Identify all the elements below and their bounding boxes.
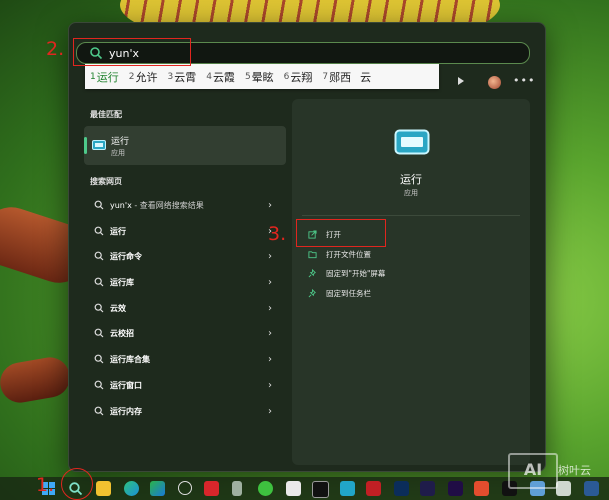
ime-candidate[interactable]: 5 晕眩	[240, 69, 279, 85]
best-match-title: 运行	[111, 137, 130, 147]
more-options-icon[interactable]: •••	[513, 74, 535, 87]
annotation-box-search	[73, 38, 191, 66]
selection-indicator	[84, 137, 87, 154]
wallpaper-branch-lower	[0, 354, 73, 406]
action-pin-taskbar[interactable]: 固定到任务栏	[308, 288, 371, 299]
edge-browser-icon[interactable]	[124, 481, 139, 496]
web-result-row[interactable]: 云校招 ›	[84, 321, 286, 345]
action-open-file-location[interactable]: 打开文件位置	[308, 249, 371, 260]
annotation-step-2: 2.	[46, 38, 65, 60]
web-result-row[interactable]: 运行库合集 ›	[84, 347, 286, 371]
ime-candidate-bar: 1 运行 2 允许 3 云霄 4 云霞 5 晕眩 6 云翔 7 郧西 云	[85, 64, 439, 89]
search-app-icon[interactable]	[340, 481, 355, 496]
photoshop-icon[interactable]	[394, 481, 409, 496]
chevron-right-icon: ›	[268, 379, 272, 391]
app-icon[interactable]	[474, 481, 489, 496]
search-icon	[94, 303, 104, 313]
chevron-right-icon: ›	[268, 199, 272, 211]
best-match-header: 最佳匹配	[90, 110, 122, 119]
search-icon	[94, 277, 104, 287]
app-icon[interactable]	[584, 481, 599, 496]
recycle-bin-icon[interactable]	[232, 481, 242, 496]
ime-candidate[interactable]: 1 运行	[85, 69, 124, 85]
pin-icon	[308, 269, 316, 278]
annotation-step-1: 1.	[36, 474, 55, 496]
watermark-logo: AI	[508, 453, 558, 489]
web-result-row[interactable]: 运行内存 ›	[84, 399, 286, 423]
pin-icon	[308, 289, 316, 298]
store-icon[interactable]	[150, 481, 165, 496]
web-result-row[interactable]: 运行 ›	[84, 219, 286, 243]
search-icon	[94, 354, 104, 364]
search-icon	[94, 200, 104, 210]
annotation-step-3: 3.	[268, 223, 287, 245]
chevron-right-icon: ›	[268, 327, 272, 339]
run-app-icon	[92, 140, 106, 150]
web-result-row[interactable]: 运行命令 ›	[84, 244, 286, 268]
avatar[interactable]	[488, 76, 501, 89]
huawei-icon[interactable]	[204, 481, 219, 496]
web-result-row[interactable]: 运行窗口 ›	[84, 373, 286, 397]
chevron-right-icon: ›	[268, 405, 272, 417]
search-icon	[94, 380, 104, 390]
chevron-right-icon: ›	[268, 302, 272, 314]
details-subtitle: 应用	[404, 189, 418, 197]
run-app-icon	[394, 129, 430, 155]
wechat-icon[interactable]	[258, 481, 273, 496]
web-result-row[interactable]: 运行库 ›	[84, 270, 286, 294]
best-match-item[interactable]: 运行 应用	[84, 126, 286, 165]
ime-candidate-overflow: 云	[360, 70, 372, 84]
divider	[302, 215, 520, 216]
audition-icon[interactable]	[420, 481, 435, 496]
annotation-circle-search	[61, 468, 93, 500]
app-icon[interactable]	[556, 481, 571, 496]
watermark-text: 树叶云	[558, 464, 591, 477]
ime-candidate[interactable]: 3 云霄	[162, 69, 201, 85]
pdf-icon[interactable]	[366, 481, 381, 496]
ime-candidate[interactable]: 2 允许	[124, 69, 163, 85]
best-match-subtitle: 应用	[111, 149, 125, 157]
search-icon	[94, 328, 104, 338]
details-title: 运行	[400, 173, 422, 186]
action-pin-start[interactable]: 固定到"开始"屏幕	[308, 268, 385, 279]
search-icon	[94, 406, 104, 416]
clock-icon[interactable]	[178, 481, 192, 495]
search-icon	[94, 251, 104, 261]
folder-icon	[308, 251, 317, 259]
chevron-right-icon: ›	[268, 353, 272, 365]
ime-candidate[interactable]: 7 郧西	[317, 69, 356, 85]
search-icon	[94, 226, 104, 236]
ime-candidate[interactable]: 6 云翔	[279, 69, 318, 85]
web-search-header: 搜索网页	[90, 177, 122, 186]
chevron-right-icon: ›	[268, 276, 272, 288]
file-explorer-icon[interactable]	[96, 481, 111, 496]
capcut-icon[interactable]	[312, 481, 329, 498]
web-result-row[interactable]: yun'x - 查看网络搜索结果 ›	[84, 193, 286, 217]
play-icon[interactable]	[458, 77, 464, 85]
annotation-box-open	[296, 219, 386, 247]
ime-candidate[interactable]: 4 云霞	[201, 69, 240, 85]
network-icon[interactable]	[286, 481, 301, 496]
chevron-right-icon: ›	[268, 250, 272, 262]
web-result-row[interactable]: 云效 ›	[84, 296, 286, 320]
premiere-icon[interactable]	[448, 481, 463, 496]
